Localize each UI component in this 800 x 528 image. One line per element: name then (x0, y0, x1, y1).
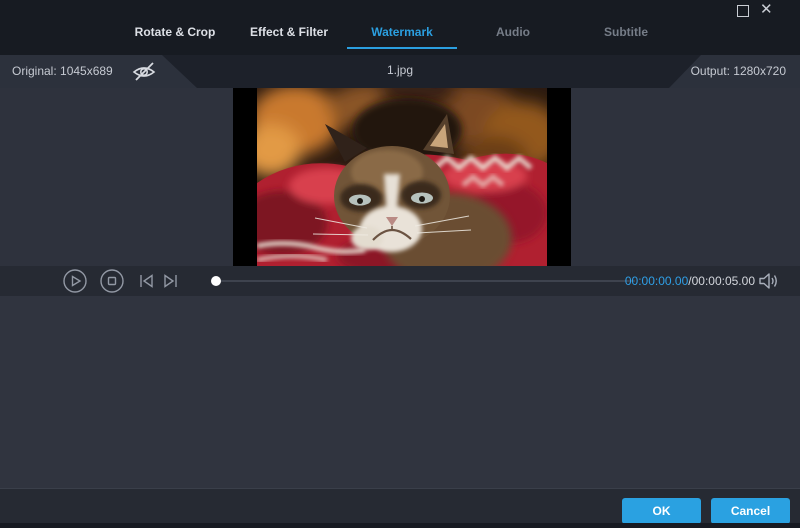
video-editor-window: ✕ Rotate & Crop Effect & Filter Watermar… (0, 0, 800, 528)
video-letterbox (233, 88, 571, 266)
footer-bar: OK Cancel (0, 488, 800, 523)
seek-slider[interactable] (215, 280, 635, 282)
output-size-label: Output: 1280x720 (691, 55, 786, 88)
time-display: 00:00:00.00/00:00:05.00 (625, 266, 755, 296)
close-icon[interactable]: ✕ (760, 0, 773, 20)
tab-subtitle[interactable]: Subtitle (571, 18, 681, 49)
video-preview-area (0, 88, 800, 266)
playback-bar: 00:00:00.00/00:00:05.00 (0, 266, 800, 296)
ok-button[interactable]: OK (622, 498, 701, 524)
play-icon[interactable] (62, 268, 88, 294)
seek-slider-handle[interactable] (211, 276, 221, 286)
previous-frame-icon[interactable] (136, 268, 156, 294)
preview-image-grumpy-cat (257, 88, 547, 266)
cancel-button[interactable]: Cancel (711, 498, 790, 524)
original-size-label: Original: 1045x689 (12, 55, 113, 88)
volume-icon[interactable] (758, 272, 780, 290)
watermark-panel: No Watermark Text Image + Apply to All (0, 296, 800, 488)
maximize-icon[interactable] (737, 5, 749, 17)
info-bar: 1.jpg Original: 1045x689 Output: 1280x72… (0, 55, 800, 88)
stop-icon[interactable] (99, 268, 125, 294)
title-tab-bar: ✕ Rotate & Crop Effect & Filter Watermar… (0, 0, 800, 55)
next-frame-icon[interactable] (161, 268, 181, 294)
tab-audio[interactable]: Audio (458, 18, 568, 49)
tab-rotate-crop[interactable]: Rotate & Crop (120, 18, 230, 49)
preview-compare-eye-off-icon[interactable] (130, 61, 158, 82)
total-time: 00:00:05.00 (692, 274, 755, 288)
window-bottom-edge (0, 523, 800, 528)
tab-watermark[interactable]: Watermark (347, 18, 457, 49)
tab-effect-filter[interactable]: Effect & Filter (234, 18, 344, 49)
current-time: 00:00:00.00 (625, 274, 688, 288)
